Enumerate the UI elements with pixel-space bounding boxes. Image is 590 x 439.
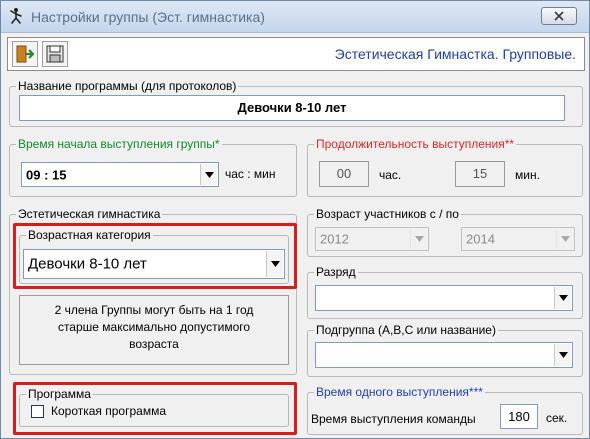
rank-select[interactable] bbox=[315, 285, 573, 311]
settings-window: Настройки группы (Эст. гимнастика) Эстет… bbox=[0, 0, 590, 439]
exit-door-icon bbox=[16, 45, 35, 63]
duration-minutes-label: мин. bbox=[515, 168, 540, 182]
start-time-legend: Время начала выступления группы bbox=[18, 137, 215, 151]
birth-year-to-value: 2014 bbox=[466, 231, 495, 247]
age-note-line: старше максимально допустимого bbox=[57, 320, 251, 334]
age-note: 2 члена Группы могут быть на 1 год старш… bbox=[19, 295, 289, 365]
age-category-legend: Возрастная категория bbox=[28, 228, 151, 242]
duration-hours-field[interactable]: 00 bbox=[319, 161, 369, 187]
duration-hours-label: час. bbox=[379, 168, 402, 182]
short-program-label[interactable]: Короткая программа bbox=[51, 404, 166, 418]
duration-minutes-field[interactable]: 15 bbox=[455, 161, 505, 187]
chevron-down-icon[interactable] bbox=[410, 229, 427, 249]
subgroup-select[interactable] bbox=[315, 342, 573, 368]
rank-legend: Разряд bbox=[316, 265, 356, 279]
close-icon bbox=[554, 11, 564, 21]
short-program-checkbox[interactable] bbox=[31, 405, 44, 418]
team-time-label: Время выступления команды bbox=[311, 412, 476, 426]
start-time-select[interactable]: 09 : 15 bbox=[21, 162, 219, 187]
chevron-down-icon[interactable] bbox=[554, 287, 571, 309]
chevron-down-icon[interactable] bbox=[556, 229, 573, 249]
chevron-down-icon[interactable] bbox=[200, 164, 217, 185]
single-time-group: Время одного выступления*** bbox=[307, 385, 583, 435]
program-name-legend: Название программы (для протоколов) bbox=[18, 79, 237, 93]
age-category-value: Девочки 8-10 лет bbox=[28, 255, 147, 273]
exit-button[interactable] bbox=[12, 41, 38, 67]
close-button[interactable] bbox=[541, 7, 577, 25]
birth-year-to-select[interactable]: 2014 bbox=[461, 227, 575, 251]
start-time-value: 09 : 15 bbox=[26, 167, 67, 182]
aesthetic-legend: Эстетическая гимнастика bbox=[18, 207, 161, 221]
toolbar: Эстетическая Гимнастка. Групповые. bbox=[7, 37, 585, 71]
title-bar: Настройки группы (Эст. гимнастика) bbox=[1, 1, 589, 33]
age-range-legend: Возраст участников с / по bbox=[316, 207, 459, 221]
start-time-required-mark: * bbox=[214, 137, 220, 151]
team-time-unit: сек. bbox=[546, 411, 568, 425]
duration-legend: Продолжительность выступления bbox=[316, 137, 505, 151]
gymnast-icon bbox=[7, 7, 25, 25]
age-note-line: 2 члена Группы могут быть на 1 год bbox=[54, 303, 254, 317]
chevron-down-icon[interactable] bbox=[554, 344, 571, 366]
birth-year-from-value: 2012 bbox=[320, 231, 349, 247]
floppy-disk-icon bbox=[46, 45, 64, 63]
age-category-select[interactable]: Девочки 8-10 лет bbox=[23, 249, 285, 279]
birth-year-from-select[interactable]: 2012 bbox=[315, 227, 429, 251]
single-time-legend: Время одного выступления bbox=[316, 385, 469, 399]
save-button[interactable] bbox=[42, 41, 68, 67]
age-note-line: возраста bbox=[129, 337, 179, 351]
window-title: Настройки группы (Эст. гимнастика) bbox=[31, 9, 265, 25]
discipline-caption: Эстетическая Гимнастка. Групповые. bbox=[334, 46, 576, 62]
program-legend: Программа bbox=[28, 387, 91, 401]
chevron-down-icon[interactable] bbox=[266, 251, 283, 277]
program-name-input[interactable]: Девочки 8-10 лет bbox=[19, 95, 565, 121]
duration-required-mark: ** bbox=[504, 137, 515, 151]
team-time-input[interactable]: 180 bbox=[500, 404, 538, 429]
start-time-unit: час : мин bbox=[225, 167, 276, 181]
subgroup-legend: Подгруппа (A,B,C или название) bbox=[316, 323, 496, 337]
single-time-required-mark: *** bbox=[468, 385, 483, 399]
